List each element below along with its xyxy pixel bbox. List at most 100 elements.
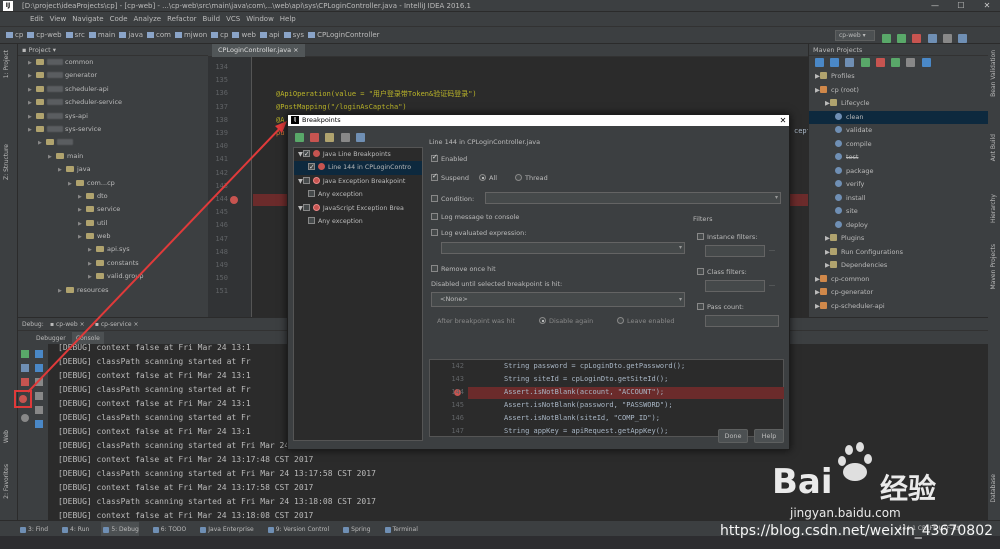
- breakpoint-checkbox[interactable]: [302, 203, 310, 211]
- condition-input[interactable]: ▾: [485, 192, 781, 204]
- add-breakpoint-icon[interactable]: [295, 133, 304, 142]
- dialog-title: Breakpoints: [302, 116, 341, 124]
- remove-once-hit-checkbox[interactable]: Remove once hit: [431, 265, 496, 273]
- suspend-checkbox[interactable]: Suspend: [431, 172, 470, 182]
- breakpoint-properties: Line 144 in CPLoginController.java Enabl…: [429, 135, 784, 441]
- instance-filters-browse-button[interactable]: …: [769, 246, 775, 253]
- preview-code-line: Assert.isNotBlank(siteId, "COMP_ID");: [504, 414, 660, 422]
- group-by-class-icon[interactable]: [355, 133, 365, 142]
- enabled-checkbox-box: [431, 153, 438, 162]
- breakpoint-icon: [312, 150, 320, 157]
- chevron-down-icon: ▾: [774, 194, 778, 201]
- remove-breakpoint-icon[interactable]: [310, 133, 320, 142]
- arrow-line: [27, 124, 284, 393]
- breakpoint-tree-item[interactable]: ▼Java Line Breakpoints: [294, 148, 422, 161]
- condition-checkbox[interactable]: Condition:: [431, 195, 474, 203]
- class-filters-checkbox[interactable]: Class filters:: [697, 268, 747, 276]
- filters-heading: Filters: [693, 215, 713, 223]
- preview-line-number: 142: [451, 362, 464, 370]
- breakpoint-label: Line 144 in CPLoginContro: [328, 164, 412, 172]
- exception-breakpoint-icon: [312, 176, 320, 184]
- log-message-label: Log message to console: [441, 213, 520, 221]
- disabled-until-select[interactable]: <None> ▾: [431, 292, 685, 307]
- chevron-down-icon: ▾: [678, 244, 682, 251]
- dialog-title-bar: IJ Breakpoints ✕: [288, 115, 789, 126]
- breakpoint-checkbox[interactable]: [308, 161, 315, 175]
- disable-again-label: Disable again: [549, 317, 594, 325]
- log-expression-checkbox[interactable]: Log evaluated expression:: [431, 229, 526, 237]
- dialog-toolbar: [293, 133, 413, 145]
- disabled-until-value: <None>: [440, 295, 468, 303]
- breakpoint-checkbox[interactable]: [308, 216, 315, 224]
- instance-filters-label: Instance filters:: [707, 233, 758, 241]
- pass-count-checkbox[interactable]: Pass count:: [697, 303, 744, 311]
- preview-code-line: String siteId = cpLoginDto.getSiteId();: [504, 375, 669, 383]
- group-by-package-icon[interactable]: [325, 133, 335, 142]
- breakpoint-label: Any exception: [318, 191, 363, 199]
- breakpoint-tree-item[interactable]: Any exception: [294, 188, 422, 201]
- breakpoint-heading: Line 144 in CPLoginController.java: [429, 138, 541, 146]
- remove-once-hit-label: Remove once hit: [441, 265, 496, 273]
- help-button[interactable]: Help: [754, 429, 784, 443]
- leave-enabled-radio-dot: [617, 317, 624, 324]
- breakpoint-checkbox[interactable]: [302, 176, 310, 184]
- preview-line-number: 143: [451, 375, 464, 383]
- condition-label: Condition:: [441, 195, 475, 203]
- breakpoint-icon: [318, 163, 325, 171]
- enabled-checkbox[interactable]: Enabled: [431, 153, 468, 163]
- breakpoint-checkbox[interactable]: [308, 190, 315, 198]
- suspend-label: Suspend: [441, 174, 470, 182]
- suspend-thread-label: Thread: [525, 174, 548, 182]
- suspend-thread-radio[interactable]: Thread: [515, 174, 548, 182]
- leave-enabled-label: Leave enabled: [627, 317, 675, 325]
- class-filters-input[interactable]: [705, 280, 765, 292]
- preview-line-number: 144: [451, 388, 464, 396]
- disable-again-radio[interactable]: Disable again: [539, 317, 593, 325]
- breakpoint-tree-item[interactable]: Line 144 in CPLoginContro: [294, 161, 422, 175]
- log-message-checkbox[interactable]: Log message to console: [431, 213, 519, 221]
- breakpoint-label: Java Exception Breakpoint: [322, 177, 406, 185]
- condition-checkbox-box: [431, 195, 438, 202]
- breakpoint-label: Java Line Breakpoints: [322, 151, 391, 158]
- disable-again-radio-dot: [539, 317, 546, 324]
- group-by-file-icon[interactable]: [340, 133, 350, 142]
- breakpoints-dialog: IJ Breakpoints ✕ ▼Java Line Breakpoints L…: [287, 114, 790, 450]
- breakpoint-label: JavaScript Exception Brea: [322, 204, 404, 212]
- chevron-down-icon: ▾: [678, 296, 682, 303]
- done-button[interactable]: Done: [718, 429, 748, 443]
- instance-filters-checkbox[interactable]: Instance filters:: [697, 233, 757, 241]
- breakpoints-tree: ▼Java Line Breakpoints Line 144 in CPLogi…: [293, 147, 423, 441]
- log-message-checkbox-box: [431, 213, 438, 220]
- class-filters-browse-button[interactable]: …: [769, 281, 775, 288]
- disabled-until-label: Disabled until selected breakpoint is hi…: [431, 280, 563, 288]
- log-expression-input[interactable]: ▾: [441, 242, 685, 254]
- log-expression-label: Log evaluated expression:: [441, 229, 527, 237]
- preview-line-number: 146: [451, 414, 464, 422]
- preview-code-line: Assert.isNotBlank(account, "ACCOUNT");: [504, 388, 665, 396]
- preview-line-number: 147: [451, 427, 464, 435]
- remove-once-hit-checkbox-box: [431, 265, 438, 272]
- log-expression-checkbox-box: [431, 229, 438, 236]
- dialog-close-button[interactable]: ✕: [777, 115, 789, 126]
- suspend-all-radio[interactable]: All: [479, 174, 497, 182]
- suspend-checkbox-box: [431, 172, 438, 181]
- preview-line-number: 145: [451, 401, 464, 409]
- breakpoint-checkbox[interactable]: [302, 148, 310, 161]
- enabled-label: Enabled: [441, 155, 468, 163]
- breakpoint-tree-item[interactable]: ▼ JavaScript Exception Brea: [294, 202, 422, 215]
- breakpoint-label: Any exception: [318, 217, 363, 225]
- instance-filters-input[interactable]: [705, 245, 765, 257]
- pass-count-checkbox-box: [697, 303, 704, 310]
- pass-count-input[interactable]: [705, 315, 779, 327]
- preview-code-line: String password = cpLoginDto.getPassword…: [504, 362, 686, 370]
- leave-enabled-radio[interactable]: Leave enabled: [617, 317, 675, 325]
- preview-code-line: Assert.isNotBlank(password, "PASSWORD");: [504, 401, 673, 409]
- suspend-thread-radio-dot: [515, 174, 522, 181]
- after-hit-label: After breakpoint was hit: [437, 317, 515, 325]
- pass-count-label: Pass count:: [707, 303, 744, 311]
- instance-filters-checkbox-box: [697, 233, 704, 240]
- preview-code-line: String appKey = apiRequest.getAppKey();: [504, 427, 669, 435]
- breakpoint-tree-item[interactable]: Any exception: [294, 215, 422, 228]
- breakpoint-tree-item[interactable]: ▼ Java Exception Breakpoint: [294, 175, 422, 188]
- class-filters-label: Class filters:: [707, 268, 747, 276]
